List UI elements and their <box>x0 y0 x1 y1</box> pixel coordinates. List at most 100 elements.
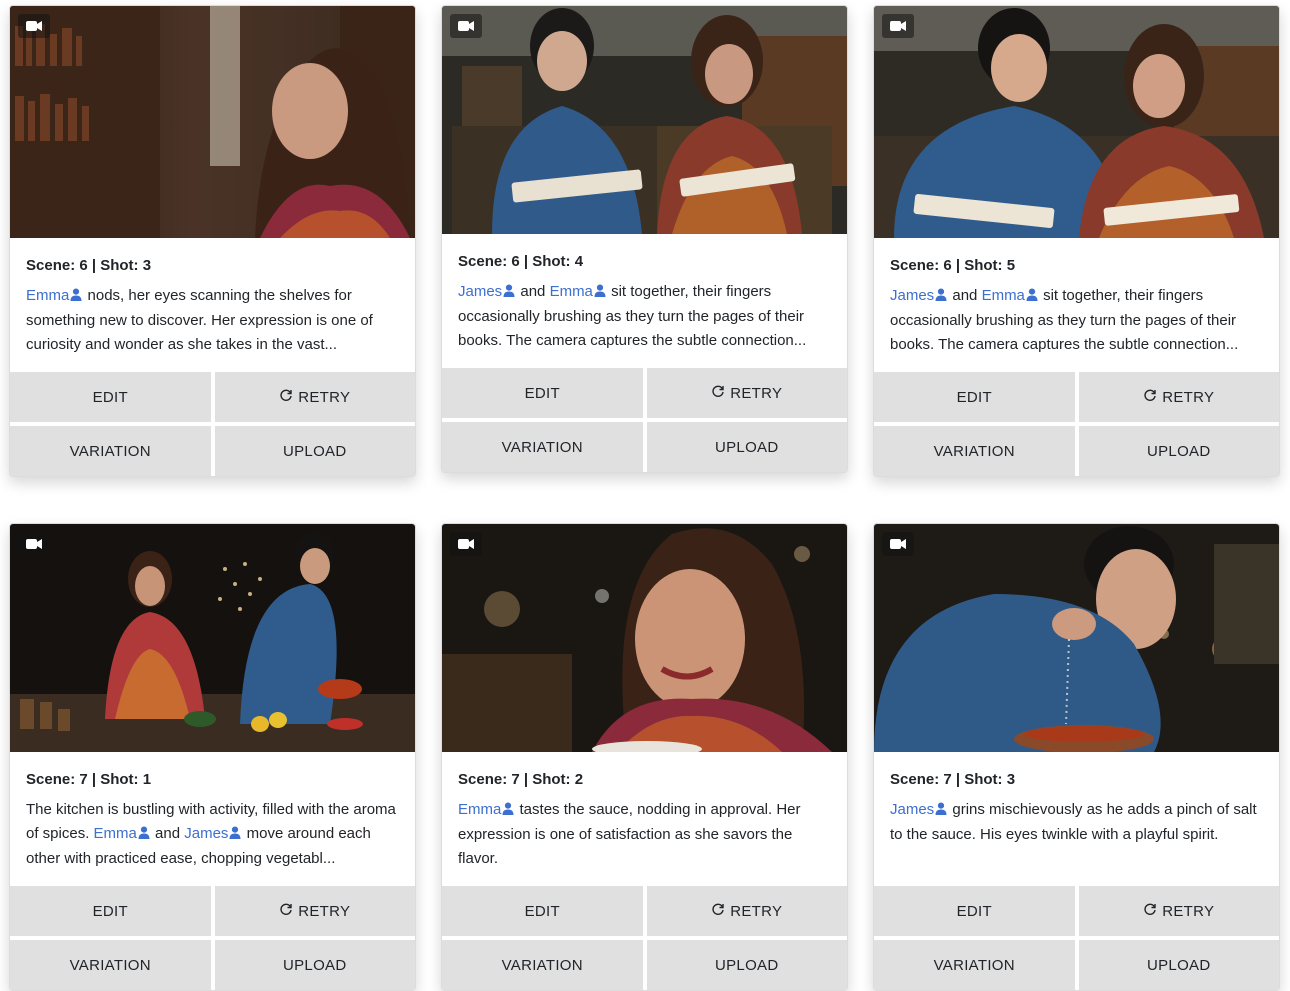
edit-button[interactable]: EDIT <box>442 368 643 418</box>
upload-label: UPLOAD <box>283 442 347 460</box>
retry-button[interactable]: RETRY <box>646 368 847 418</box>
shot-card: Scene: 6 | Shot: 5 James and Emma sit to… <box>873 5 1280 477</box>
person-icon <box>1026 285 1038 309</box>
shot-card: Scene: 7 | Shot: 2 Emma tastes the sauce… <box>441 523 848 991</box>
shot-card: Scene: 7 | Shot: 1 The kitchen is bustli… <box>9 523 416 991</box>
edit-button[interactable]: EDIT <box>10 372 211 422</box>
character-name: Emma <box>458 801 502 818</box>
retry-label: RETRY <box>298 388 351 406</box>
video-camera-icon <box>882 14 914 38</box>
variation-label: VARIATION <box>69 956 151 974</box>
shot-heading: Scene: 6 | Shot: 5 <box>890 257 1016 274</box>
shot-thumbnail[interactable] <box>874 6 1279 238</box>
variation-button[interactable]: VARIATION <box>442 940 643 990</box>
variation-button[interactable]: VARIATION <box>442 422 643 472</box>
upload-label: UPLOAD <box>1147 442 1211 460</box>
character-name: Emma <box>26 287 70 304</box>
video-camera-icon <box>18 532 50 556</box>
person-icon <box>594 281 606 305</box>
refresh-icon <box>279 902 293 920</box>
retry-button[interactable]: RETRY <box>214 886 415 936</box>
character-link[interactable]: Emma <box>982 287 1039 304</box>
woman-tasting-sauce-image <box>442 524 847 752</box>
shot-description: The kitchen is bustling with activity, f… <box>26 798 399 870</box>
upload-button[interactable]: UPLOAD <box>214 426 415 476</box>
character-link[interactable]: Emma <box>94 825 151 842</box>
edit-label: EDIT <box>92 388 128 406</box>
person-icon <box>935 285 947 309</box>
library-woman-image <box>10 6 415 238</box>
shot-description: Emma tastes the sauce, nodding in approv… <box>458 798 831 870</box>
character-link[interactable]: James <box>184 825 242 842</box>
upload-button[interactable]: UPLOAD <box>1078 940 1279 990</box>
edit-button[interactable]: EDIT <box>10 886 211 936</box>
library-couple-reading-image <box>442 6 847 234</box>
description-text: and <box>948 287 982 304</box>
retry-button[interactable]: RETRY <box>1078 372 1279 422</box>
character-link[interactable]: James <box>458 283 516 300</box>
description-text: and <box>516 283 550 300</box>
variation-button[interactable]: VARIATION <box>874 426 1075 476</box>
edit-label: EDIT <box>956 388 992 406</box>
shot-thumbnail[interactable] <box>442 524 847 752</box>
retry-label: RETRY <box>1162 902 1215 920</box>
video-camera-icon <box>882 532 914 556</box>
retry-label: RETRY <box>298 902 351 920</box>
upload-button[interactable]: UPLOAD <box>646 940 847 990</box>
variation-button[interactable]: VARIATION <box>874 940 1075 990</box>
shot-thumbnail[interactable] <box>10 6 415 238</box>
character-link[interactable]: James <box>890 287 948 304</box>
video-camera-icon <box>18 14 50 38</box>
character-name: Emma <box>93 825 137 842</box>
shot-thumbnail[interactable] <box>10 524 415 752</box>
shot-card: Scene: 6 | Shot: 3 Emma nods, her eyes s… <box>9 5 416 477</box>
character-name: Emma <box>549 283 593 300</box>
upload-button[interactable]: UPLOAD <box>214 940 415 990</box>
kitchen-couple-cooking-image <box>10 524 415 752</box>
refresh-icon <box>711 384 725 402</box>
character-name: James <box>458 283 503 300</box>
upload-label: UPLOAD <box>715 438 779 456</box>
character-link[interactable]: James <box>890 801 948 818</box>
edit-button[interactable]: EDIT <box>874 372 1075 422</box>
shot-description: James and Emma sit together, their finge… <box>458 280 831 352</box>
shot-heading: Scene: 7 | Shot: 1 <box>26 771 152 788</box>
retry-button[interactable]: RETRY <box>214 372 415 422</box>
edit-button[interactable]: EDIT <box>874 886 1075 936</box>
retry-label: RETRY <box>730 384 783 402</box>
shot-card: Scene: 6 | Shot: 4 James and Emma sit to… <box>441 5 848 473</box>
person-icon <box>229 823 241 847</box>
edit-button[interactable]: EDIT <box>442 886 643 936</box>
library-couple-smiling-image <box>874 6 1279 238</box>
upload-label: UPLOAD <box>1147 956 1211 974</box>
refresh-icon <box>1143 902 1157 920</box>
upload-button[interactable]: UPLOAD <box>1078 426 1279 476</box>
variation-button[interactable]: VARIATION <box>10 426 211 476</box>
shot-thumbnail[interactable] <box>874 524 1279 752</box>
shot-thumbnail[interactable] <box>442 6 847 234</box>
retry-button[interactable]: RETRY <box>1078 886 1279 936</box>
person-icon <box>138 823 150 847</box>
variation-label: VARIATION <box>933 956 1015 974</box>
character-link[interactable]: Emma <box>458 801 515 818</box>
edit-label: EDIT <box>524 902 560 920</box>
upload-button[interactable]: UPLOAD <box>646 422 847 472</box>
character-link[interactable]: Emma <box>26 287 83 304</box>
retry-label: RETRY <box>730 902 783 920</box>
variation-button[interactable]: VARIATION <box>10 940 211 990</box>
refresh-icon <box>1143 388 1157 406</box>
retry-button[interactable]: RETRY <box>646 886 847 936</box>
variation-label: VARIATION <box>69 442 151 460</box>
character-name: James <box>890 287 935 304</box>
shot-card: Scene: 7 | Shot: 3 James grins mischievo… <box>873 523 1280 991</box>
edit-label: EDIT <box>956 902 992 920</box>
person-icon <box>503 281 515 305</box>
video-camera-icon <box>450 14 482 38</box>
character-name: Emma <box>981 287 1025 304</box>
shot-description: Emma nods, her eyes scanning the shelves… <box>26 284 399 356</box>
video-camera-icon <box>450 532 482 556</box>
character-link[interactable]: Emma <box>550 283 607 300</box>
shot-heading: Scene: 6 | Shot: 3 <box>26 257 152 274</box>
shot-heading: Scene: 6 | Shot: 4 <box>458 253 584 270</box>
character-name: James <box>890 801 935 818</box>
